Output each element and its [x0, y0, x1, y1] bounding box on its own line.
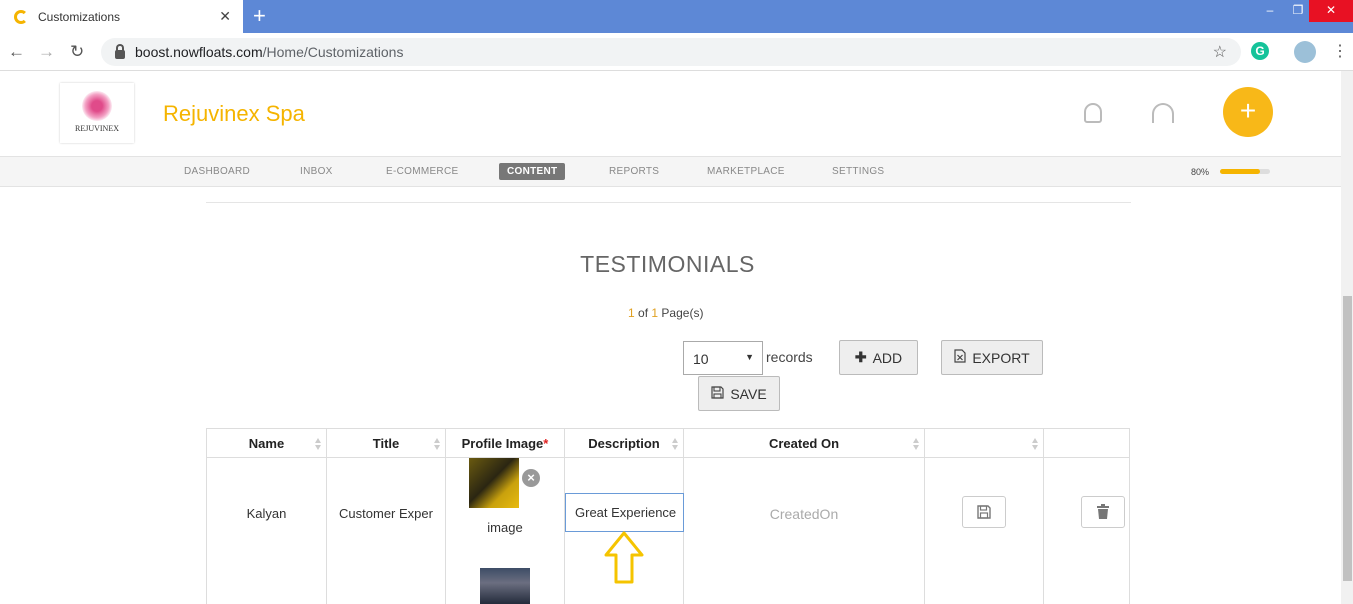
nav-settings[interactable]: SETTINGS: [832, 166, 884, 177]
plus-icon: ✚: [854, 349, 867, 365]
column-header-created-on[interactable]: Created On: [684, 429, 925, 458]
arrow-up-icon: [603, 530, 645, 591]
window-close-button[interactable]: ✕: [1309, 0, 1353, 22]
main-navbar: DASHBOARD INBOX E-COMMERCE CONTENT REPOR…: [0, 156, 1341, 187]
row-name: Kalyan: [246, 506, 287, 521]
new-tab-button[interactable]: +: [253, 5, 266, 27]
testimonials-table: Name Title Profile Image* Description Cr…: [206, 428, 1130, 604]
column-header-profile-image[interactable]: Profile Image*: [446, 429, 565, 458]
profile-image-thumbnail-next[interactable]: [480, 568, 530, 604]
sort-icon: [913, 438, 919, 450]
reload-icon[interactable]: ↻: [70, 42, 84, 62]
nav-marketplace[interactable]: MARKETPLACE: [707, 166, 785, 177]
image-label: image: [487, 520, 523, 535]
save-button[interactable]: SAVE: [698, 376, 780, 411]
nav-reports[interactable]: REPORTS: [609, 166, 659, 177]
url-text: boost.nowfloats.com/Home/Customizations: [135, 44, 404, 60]
cell-profile-image: × image: [446, 458, 565, 604]
remove-image-icon[interactable]: ×: [522, 469, 540, 487]
nav-dashboard[interactable]: DASHBOARD: [184, 166, 250, 177]
export-button[interactable]: EXPORT: [941, 340, 1043, 375]
bell-icon[interactable]: [1084, 103, 1102, 123]
row-title: Customer Exper: [339, 506, 433, 521]
profile-progress-fill: [1220, 169, 1260, 174]
grammarly-extension-icon[interactable]: G: [1251, 42, 1269, 60]
nav-content[interactable]: CONTENT: [499, 163, 566, 180]
lotus-logo-icon: [82, 91, 112, 121]
add-button-label: ADD: [872, 349, 903, 366]
lock-icon: [115, 43, 125, 59]
sort-icon: [315, 438, 321, 450]
profile-image-thumbnail[interactable]: [469, 458, 519, 508]
url-input[interactable]: boost.nowfloats.com/Home/Customizations …: [101, 38, 1241, 66]
forward-icon[interactable]: →: [38, 42, 55, 62]
records-select-value: 10: [693, 351, 709, 367]
nav-inbox[interactable]: INBOX: [300, 166, 333, 177]
trash-icon: [1097, 504, 1109, 519]
back-icon[interactable]: ←: [8, 42, 25, 62]
cell-name: Kalyan: [207, 458, 327, 604]
row-delete-button[interactable]: [1081, 496, 1125, 528]
browser-tab[interactable]: Customizations ✕: [0, 0, 243, 33]
browser-menu-icon[interactable]: ⋮: [1332, 41, 1348, 61]
profile-progress-label: 80%: [1191, 167, 1210, 177]
column-header-save[interactable]: [925, 429, 1044, 458]
address-bar: ← → ↻ boost.nowfloats.com/Home/Customiza…: [0, 33, 1353, 71]
records-per-page-select[interactable]: 10 ▼: [683, 341, 763, 375]
column-header-delete: [1044, 429, 1129, 458]
brand-name: Rejuvinex Spa: [163, 101, 305, 126]
export-icon: [954, 349, 966, 366]
cell-save: [925, 458, 1044, 604]
sort-icon: [672, 438, 678, 450]
export-button-label: EXPORT: [972, 349, 1030, 366]
description-input[interactable]: Great Experience: [565, 493, 684, 532]
cell-title: Customer Exper: [327, 458, 446, 604]
add-button[interactable]: ✚ ADD: [839, 340, 918, 375]
sort-icon: [434, 438, 440, 450]
required-marker: *: [543, 436, 549, 451]
records-label: records: [766, 349, 813, 365]
browser-tabstrip: Customizations ✕ + – ❐ ✕: [0, 0, 1353, 33]
page-title: TESTIMONIALS: [580, 251, 755, 277]
cell-created-on: CreatedOn: [684, 458, 925, 604]
chevron-down-icon: ▼: [745, 352, 754, 362]
headset-icon[interactable]: [1152, 103, 1174, 123]
favicon-icon: [14, 9, 28, 24]
minimize-button[interactable]: –: [1255, 0, 1285, 22]
profile-avatar[interactable]: [1294, 41, 1316, 63]
site-logo[interactable]: REJUVINEX: [60, 83, 134, 143]
sort-icon: [1032, 438, 1038, 450]
row-save-button[interactable]: [962, 496, 1006, 528]
pager-current[interactable]: 1: [628, 306, 635, 320]
pager-of: of: [638, 306, 649, 320]
profile-progress-bar: [1220, 169, 1270, 174]
nav-ecommerce[interactable]: E-COMMERCE: [386, 166, 458, 177]
site-header: REJUVINEX Rejuvinex Spa +: [0, 71, 1341, 156]
created-on-placeholder: CreatedOn: [769, 506, 839, 522]
scrollbar-thumb[interactable]: [1343, 296, 1352, 581]
logo-text: REJUVINEX: [75, 124, 119, 133]
column-header-name[interactable]: Name: [207, 429, 327, 458]
page-scrollbar[interactable]: [1341, 71, 1353, 604]
add-fab-button[interactable]: +: [1223, 87, 1273, 137]
pager-suffix: Page(s): [661, 306, 704, 320]
section-divider: [206, 202, 1131, 203]
column-header-title[interactable]: Title: [327, 429, 446, 458]
save-icon: [711, 385, 724, 402]
tab-close-icon[interactable]: ✕: [219, 8, 231, 25]
cell-delete: [1044, 458, 1129, 604]
column-header-description[interactable]: Description: [565, 429, 684, 458]
bookmark-star-icon[interactable]: ☆: [1213, 42, 1227, 62]
save-button-label: SAVE: [730, 385, 767, 402]
tab-title: Customizations: [38, 9, 121, 24]
cell-description: Great Experience: [565, 458, 684, 604]
save-icon: [977, 505, 991, 519]
pager-total: 1: [651, 306, 659, 320]
pager: 1 of 1 Page(s): [628, 306, 703, 320]
